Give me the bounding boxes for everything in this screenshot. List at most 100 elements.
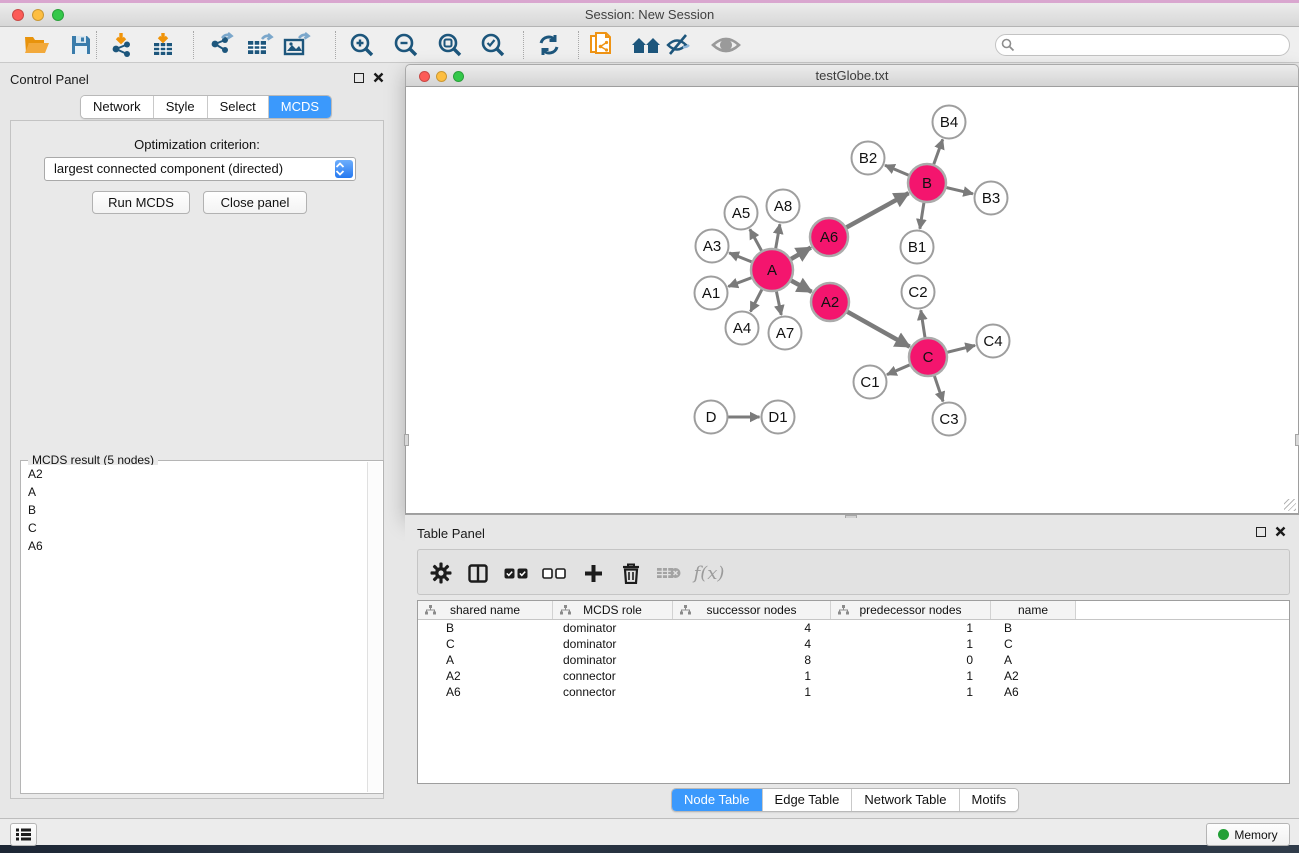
column-header-MCDS-role[interactable]: MCDS role [553, 601, 673, 619]
table-cell[interactable]: 1 [673, 668, 831, 684]
close-panel-icon[interactable] [373, 72, 384, 83]
resize-corner-handle[interactable] [1284, 499, 1296, 511]
close-panel-button[interactable]: Close panel [203, 191, 307, 214]
show-columns-icon[interactable] [463, 558, 493, 588]
table-cell[interactable]: 8 [673, 652, 831, 668]
table-row[interactable]: A6connector11A6 [418, 684, 1289, 700]
minimize-network-button[interactable] [436, 71, 447, 82]
table-cell[interactable]: 1 [831, 684, 991, 700]
tab-node-table[interactable]: Node Table [672, 789, 762, 811]
table-cell[interactable]: C [991, 636, 1076, 652]
table-settings-gear-icon[interactable] [426, 558, 456, 588]
right-edge-grip[interactable] [1295, 434, 1299, 446]
zoom-fit-icon[interactable] [435, 30, 465, 60]
tab-select[interactable]: Select [207, 96, 268, 118]
export-table-icon[interactable] [245, 30, 275, 60]
refresh-icon[interactable] [534, 30, 564, 60]
status-bar: Memory [0, 818, 1299, 845]
zoom-network-button[interactable] [453, 71, 464, 82]
tab-network-table[interactable]: Network Table [851, 789, 958, 811]
table-row[interactable]: Cdominator41C [418, 636, 1289, 652]
table-cell[interactable]: 1 [831, 620, 991, 636]
column-header-name[interactable]: name [991, 601, 1076, 619]
network-canvas[interactable]: AA6A2BCA5A8A3A1A4A7B4B2B3B1C2C4C1C3DD1 [405, 87, 1299, 514]
select-stepper-icon[interactable] [335, 160, 353, 178]
show-panels-list-button[interactable] [10, 823, 37, 846]
table-cell[interactable]: dominator [553, 620, 673, 636]
select-all-checkboxes-icon[interactable] [501, 558, 531, 588]
table-cell[interactable]: C [418, 636, 553, 652]
table-row[interactable]: Adominator80A [418, 652, 1289, 668]
table-cell[interactable]: 4 [673, 620, 831, 636]
zoom-in-icon[interactable] [347, 30, 377, 60]
column-header-predecessor-nodes[interactable]: predecessor nodes [831, 601, 991, 619]
table-row[interactable]: A2connector11A2 [418, 668, 1289, 684]
mcds-result-scrollbar[interactable] [367, 462, 382, 792]
node-label-A8: A8 [774, 198, 792, 215]
network-graph[interactable]: AA6A2BCA5A8A3A1A4A7B4B2B3B1C2C4C1C3DD1 [406, 87, 1298, 512]
open-session-icon[interactable] [22, 30, 52, 60]
export-network-icon[interactable] [206, 30, 236, 60]
column-header-shared-name[interactable]: shared name [418, 601, 553, 619]
import-network-icon[interactable] [107, 30, 137, 60]
export-image-icon[interactable] [282, 30, 312, 60]
node-label-A5: A5 [732, 205, 750, 222]
table-cell[interactable]: 0 [831, 652, 991, 668]
table-cell[interactable]: B [418, 620, 553, 636]
delete-table-icon [654, 558, 684, 588]
memory-button[interactable]: Memory [1206, 823, 1290, 846]
table-row[interactable]: Bdominator41B [418, 620, 1289, 636]
first-neighbors-icon[interactable] [631, 30, 661, 60]
float-table-panel-icon[interactable] [1256, 527, 1266, 537]
table-cell[interactable]: A6 [418, 684, 553, 700]
new-network-from-selection-icon[interactable] [586, 30, 616, 60]
table-cell[interactable]: A2 [991, 668, 1076, 684]
close-table-panel-icon[interactable] [1275, 526, 1286, 537]
table-cell[interactable]: 1 [673, 684, 831, 700]
column-header-successor-nodes[interactable]: successor nodes [673, 601, 831, 619]
table-cell[interactable]: connector [553, 668, 673, 684]
main-toolbar [0, 27, 1299, 63]
search-input[interactable] [995, 34, 1290, 56]
hide-selected-icon[interactable] [664, 30, 694, 60]
tab-mcds[interactable]: MCDS [268, 96, 331, 118]
table-cell[interactable]: dominator [553, 652, 673, 668]
save-session-icon[interactable] [66, 30, 96, 60]
import-table-icon[interactable] [148, 30, 178, 60]
float-panel-icon[interactable] [354, 73, 364, 83]
close-window-button[interactable] [12, 9, 24, 21]
table-cell[interactable]: 1 [831, 636, 991, 652]
mcds-result-item[interactable]: A6 [22, 537, 368, 555]
tab-network[interactable]: Network [81, 96, 153, 118]
table-cell[interactable]: dominator [553, 636, 673, 652]
delete-column-trash-icon[interactable] [616, 558, 646, 588]
left-edge-grip[interactable] [404, 434, 409, 446]
zoom-selected-icon[interactable] [478, 30, 508, 60]
create-column-plus-icon[interactable] [578, 558, 608, 588]
show-graphics-details-icon[interactable] [711, 30, 741, 60]
table-cell[interactable]: 4 [673, 636, 831, 652]
minimize-window-button[interactable] [32, 9, 44, 21]
zoom-out-icon[interactable] [391, 30, 421, 60]
zoom-window-button[interactable] [52, 9, 64, 21]
deselect-all-checkboxes-icon[interactable] [539, 558, 569, 588]
table-cell[interactable]: 1 [831, 668, 991, 684]
table-cell[interactable]: A2 [418, 668, 553, 684]
optimization-criterion-select[interactable]: largest connected component (directed) [44, 157, 356, 181]
tab-motifs[interactable]: Motifs [959, 789, 1019, 811]
table-cell[interactable]: A6 [991, 684, 1076, 700]
network-window-titlebar[interactable]: testGlobe.txt [405, 64, 1299, 87]
mcds-result-item[interactable]: C [22, 519, 368, 537]
tab-style[interactable]: Style [153, 96, 207, 118]
table-cell[interactable]: A [991, 652, 1076, 668]
run-mcds-button[interactable]: Run MCDS [92, 191, 190, 214]
node-label-C3: C3 [939, 411, 958, 428]
table-cell[interactable]: B [991, 620, 1076, 636]
mcds-result-item[interactable]: A2 [22, 465, 368, 483]
table-cell[interactable]: connector [553, 684, 673, 700]
mcds-result-item[interactable]: A [22, 483, 368, 501]
close-network-button[interactable] [419, 71, 430, 82]
mcds-result-item[interactable]: B [22, 501, 368, 519]
table-cell[interactable]: A [418, 652, 553, 668]
tab-edge-table[interactable]: Edge Table [762, 789, 852, 811]
